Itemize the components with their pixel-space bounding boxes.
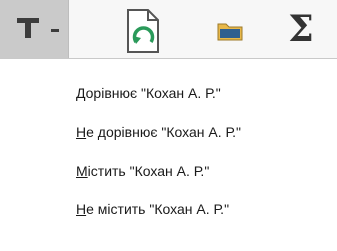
funnel-icon: [17, 18, 39, 38]
menu-item-accelerator: Н: [76, 124, 87, 140]
menu-item-not-equals[interactable]: Не дорівнює "Кохан А. Р.": [76, 120, 241, 144]
chevron-down-icon: [51, 29, 59, 32]
folder-icon[interactable]: [216, 20, 244, 42]
sum-button[interactable]: Σ: [281, 5, 321, 53]
menu-item-accelerator: Д: [76, 85, 86, 101]
menu-item-label: е дорівнює "Кохан А. Р.": [86, 124, 242, 140]
toolbar: Σ: [0, 0, 337, 58]
menu-item-label: орівнює "Кохан А. Р.": [85, 85, 221, 101]
menu-item-label: е містить "Кохан А. Р.": [86, 201, 230, 217]
filter-button[interactable]: [0, 0, 69, 58]
menu-item-equals[interactable]: Дорівнює "Кохан А. Р.": [76, 81, 221, 105]
menu-item-not-contains[interactable]: Не містить "Кохан А. Р.": [76, 197, 229, 221]
text-filter-menu: Дорівнює "Кохан А. Р." Не дорівнює "Коха…: [0, 58, 337, 251]
menu-item-label: істить "Кохан А. Р.": [87, 163, 210, 179]
menu-item-contains[interactable]: Містить "Кохан А. Р.": [76, 159, 209, 183]
menu-item-accelerator: М: [76, 163, 88, 179]
menu-item-accelerator: Н: [76, 201, 87, 217]
document-refresh-icon[interactable]: [124, 6, 162, 56]
